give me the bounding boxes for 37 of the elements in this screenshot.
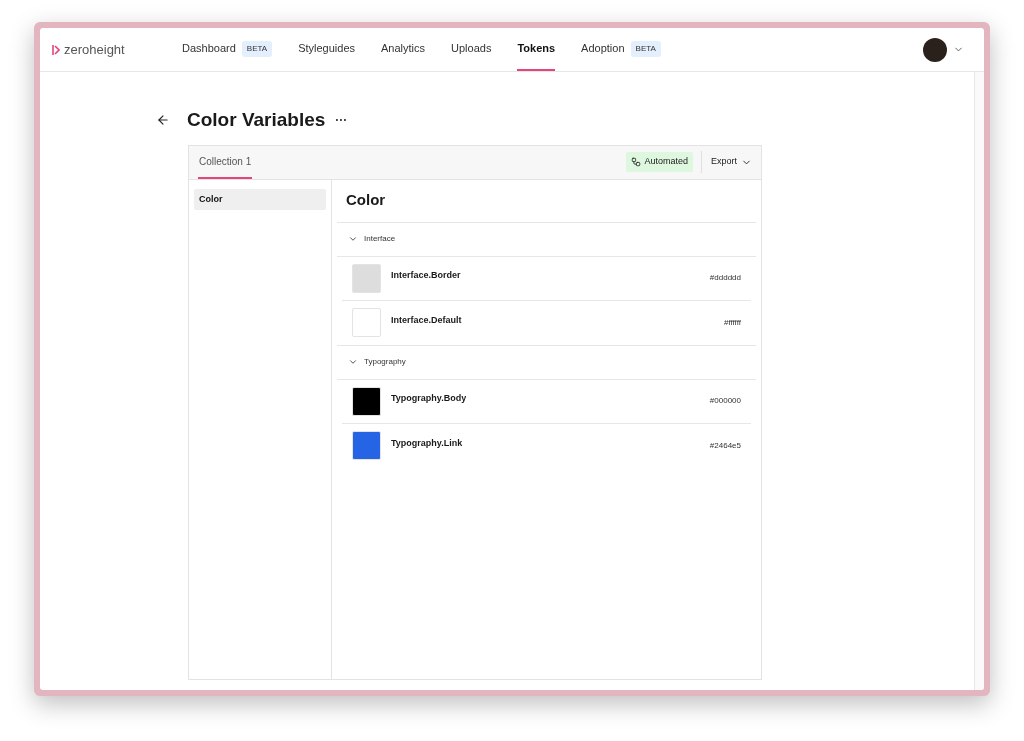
nav-tab[interactable]: Uploads (451, 28, 492, 71)
section-title: Color (346, 190, 386, 211)
token-value: #dddddd (709, 272, 741, 284)
nav-label: Analytics (381, 41, 426, 57)
chevron-down-icon (348, 357, 358, 367)
token-name: Typography.Link (391, 436, 463, 450)
nav-tab[interactable]: Dashboard BETA (182, 28, 273, 71)
page-title: Color Variables (187, 108, 326, 132)
collection-tab[interactable]: Collection 1 (198, 145, 253, 179)
token-name: Interface.Border (391, 269, 461, 283)
automated-badge: Automated (626, 152, 693, 172)
group-header[interactable]: Interface (337, 222, 756, 257)
sidebar-item[interactable]: Color (194, 188, 326, 210)
avatar[interactable] (923, 37, 947, 62)
brand-name: zeroheight (64, 40, 125, 59)
workflow-icon (631, 157, 642, 167)
token-name: Typography.Body (391, 392, 467, 406)
beta-badge: BETA (630, 40, 661, 57)
nav-tab[interactable]: Adoption BETA (581, 28, 661, 71)
token-value: #000000 (709, 395, 741, 407)
token-value: #ffffff (723, 316, 741, 329)
token-value: #2464e5 (709, 439, 741, 452)
more-button[interactable]: ··· (335, 111, 348, 130)
nav-label: Adoption (581, 41, 625, 57)
nav-tab[interactable]: Analytics (381, 28, 426, 71)
nav-label: Styleguides (298, 41, 355, 57)
nav-label: Dashboard (182, 41, 236, 57)
logo-icon (52, 44, 60, 55)
beta-badge: BETA (241, 40, 273, 57)
chevron-down-icon (348, 234, 358, 244)
nav-label: Tokens (517, 41, 556, 57)
nav-tab[interactable]: Tokens (517, 28, 556, 71)
nav-label: Uploads (451, 41, 492, 57)
token-name: Interface.Default (391, 313, 462, 327)
nav-tab[interactable]: Styleguides (298, 28, 355, 71)
export-button[interactable]: Export (711, 155, 752, 169)
group-header[interactable]: Typography (337, 345, 756, 380)
